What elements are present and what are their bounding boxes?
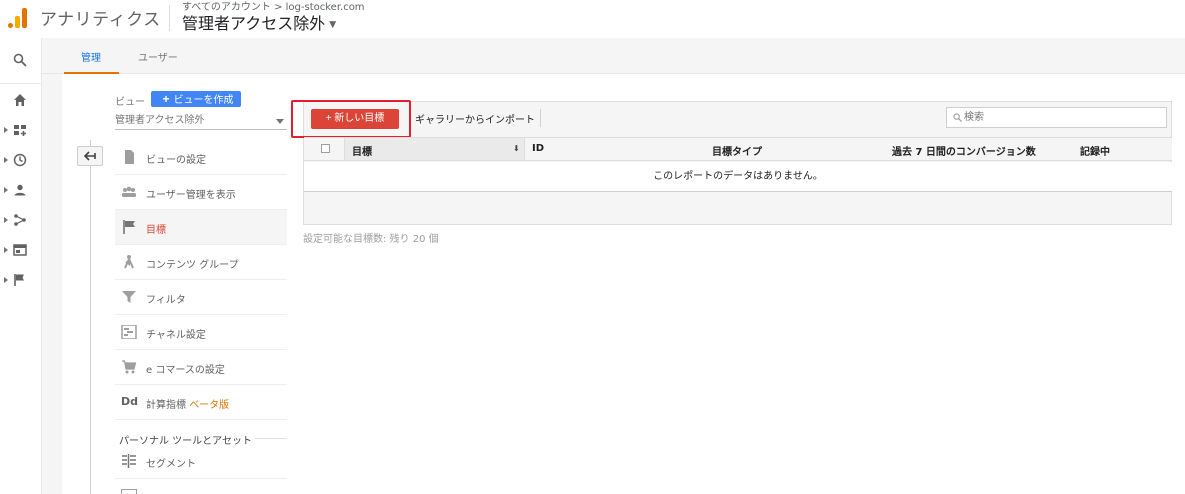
dashboard-icon [14,125,26,136]
cart-icon [122,360,137,374]
nav-label: 目標 [146,225,166,236]
nav-calculated-metrics[interactable]: Dd 計算指標 ベータ版 [115,385,287,420]
nav-view-settings[interactable]: ビューの設定 [115,140,287,175]
behavior-icon [13,244,27,256]
caret-down-icon: ▼ [329,19,337,30]
nav-user-management[interactable]: ユーザー管理を表示 [115,175,287,210]
rail-audience[interactable] [0,176,42,206]
rail-acquisition[interactable] [0,206,42,236]
rail-search[interactable] [0,46,42,76]
sort-descending-icon[interactable]: ⬇ [513,144,520,153]
empty-table-message: このレポートのデータはありません。 [304,162,1172,192]
tab-user[interactable]: ユーザー [138,49,178,64]
rail-customization[interactable] [0,116,42,146]
nav-label: e コマースの設定 [146,365,225,376]
nav-label: 計算指標 ベータ版 [146,400,230,411]
highlight-annotation-box [291,100,411,138]
view-select-value: 管理者アクセス除外 [115,115,205,126]
expand-arrow-icon [4,187,8,193]
column-header-conversions[interactable]: 過去 7 日間のコンバージョン数 [892,143,1036,158]
document-icon [125,150,134,164]
nav-filter[interactable]: フィルタ [115,280,287,315]
nav-ecommerce-settings[interactable]: e コマースの設定 [115,350,287,385]
app-name: アナリティクス [40,10,161,30]
left-gutter [42,74,62,494]
create-view-button[interactable]: + ビューを作成 [151,91,241,107]
dropdown-arrow-icon [276,119,284,124]
view-select-dropdown[interactable]: 管理者アクセス除外 [115,112,287,130]
expand-arrow-icon [4,157,8,163]
clock-icon [13,153,27,167]
flag-icon [123,220,135,234]
expand-arrow-icon [4,127,8,133]
nav-content-group[interactable]: コンテンツ グループ [115,245,287,280]
partial-next-item-icon [121,489,137,494]
panel-divider-line [90,140,91,494]
active-tab-underline [64,72,119,74]
rail-realtime[interactable] [0,146,42,176]
expand-arrow-icon [4,277,8,283]
column-header-goal[interactable]: 目標 [352,143,372,158]
rail-home[interactable] [0,86,42,116]
filter-icon [122,291,136,303]
rail-behavior[interactable] [0,236,42,266]
plus-icon: + [162,92,170,106]
rail-conversions[interactable] [0,266,42,296]
header-divider [169,5,170,31]
section-divider [255,438,287,439]
nav-channel-settings[interactable]: チャネル設定 [115,315,287,350]
nav-label: セグメント [146,459,196,470]
analytics-logo-icon[interactable] [8,6,28,28]
expand-arrow-icon [4,217,8,223]
search-icon [953,113,962,122]
view-selector-title[interactable]: 管理者アクセス除外 ▼ [182,10,336,34]
nav-segment[interactable]: セグメント [115,444,287,479]
nav-label: チャネル設定 [146,330,206,341]
dd-icon: Dd [121,395,139,408]
nav-goals[interactable]: 目標 [115,210,287,245]
goals-remaining-note: 設定可能な目標数: 残り 20 個 [303,234,439,245]
flag-icon [14,274,24,286]
view-title-text: 管理者アクセス除外 [182,14,326,33]
nav-label: ビューの設定 [146,155,206,166]
search-icon [13,53,27,67]
rail-divider [0,83,42,84]
top-header: アナリティクス すべてのアカウント > log-stocker.com 管理者ア… [0,0,1185,38]
goal-search-input[interactable] [946,107,1167,128]
content-group-icon [124,255,134,269]
nav-label: コンテンツ グループ [146,260,239,271]
column-header-recording[interactable]: 記録中 [1080,143,1110,158]
nav-label: ユーザー管理を表示 [146,190,236,201]
segment-icon [122,454,136,468]
back-button[interactable] [77,146,103,166]
users-icon [122,186,136,197]
nav-label: フィルタ [146,295,186,306]
admin-tabs: 管理 ユーザー [42,38,1185,74]
column-divider [344,138,345,160]
channel-icon [121,325,137,339]
create-view-label: ビューを作成 [173,95,234,106]
tab-admin[interactable]: 管理 [81,49,101,64]
view-label: ビュー [115,97,145,108]
column-header-id[interactable]: ID [532,143,544,154]
back-arrow-icon [84,151,96,161]
column-header-goal-type[interactable]: 目標タイプ [712,143,762,158]
toolbar-divider [540,109,541,127]
person-icon [14,184,26,196]
expand-arrow-icon [4,247,8,253]
import-from-gallery-link[interactable]: ギャラリーからインポート [415,111,535,126]
column-divider [524,138,525,160]
acquisition-icon [14,214,26,226]
select-all-checkbox[interactable] [321,144,330,153]
beta-badge: ベータ版 [189,400,230,411]
home-icon [14,94,26,106]
left-rail [0,38,42,494]
